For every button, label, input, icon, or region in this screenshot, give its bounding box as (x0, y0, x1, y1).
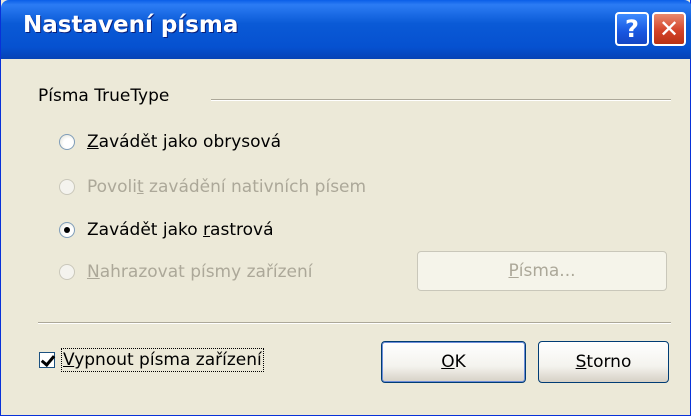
window-title: Nastavení písma (23, 12, 239, 38)
radio-label: Nahrazovat písmy zařízení (87, 262, 313, 282)
radio-label: Povolit zavádění nativních písem (87, 177, 367, 197)
fonts-button[interactable]: Písma... (417, 251, 667, 291)
groupbox-label: Písma TrueType (38, 86, 178, 106)
checkbox-label: Vypnout písma zařízení (61, 348, 264, 372)
radio-indicator[interactable] (59, 222, 75, 238)
checkbox-indicator[interactable] (39, 352, 55, 368)
title-bar[interactable]: Nastavení písma ? ✕ (1, 0, 691, 59)
radio-allow-native-fonts[interactable]: Povolit zavádění nativních písem (59, 177, 366, 197)
separator (38, 322, 671, 324)
groupbox-line (211, 99, 671, 101)
radio-indicator[interactable] (59, 179, 75, 195)
radio-load-as-bitmap[interactable]: Zavádět jako rastrová (59, 220, 273, 240)
help-button[interactable]: ? (615, 12, 649, 46)
radio-load-as-outline[interactable]: Zavádět jako obrysová (59, 132, 281, 152)
help-icon: ? (625, 15, 639, 43)
radio-label: Zavádět jako rastrová (87, 220, 274, 240)
ok-button[interactable]: OK (381, 341, 526, 383)
radio-indicator[interactable] (59, 264, 75, 280)
checkbox-disable-device-fonts[interactable]: Vypnout písma zařízení (39, 348, 264, 372)
close-icon: ✕ (658, 15, 680, 43)
radio-indicator[interactable] (59, 134, 75, 150)
radio-label: Zavádět jako obrysová (87, 132, 282, 152)
font-settings-dialog: Nastavení písma ? ✕ Písma TrueType Zavád… (0, 0, 691, 416)
close-button[interactable]: ✕ (652, 12, 686, 46)
cancel-button[interactable]: Storno (538, 341, 669, 383)
radio-substitute-device-fonts[interactable]: Nahrazovat písmy zařízení (59, 262, 313, 282)
